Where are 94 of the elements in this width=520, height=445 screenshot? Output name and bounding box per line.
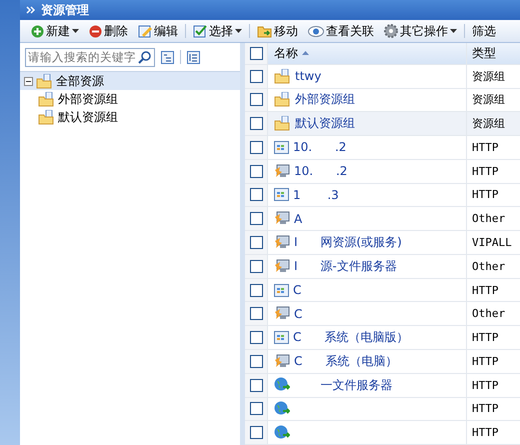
toolbar-button[interactable]: 编辑 [135, 22, 181, 40]
resource-name[interactable]: C [294, 306, 302, 321]
select-all-checkbox[interactable] [250, 46, 262, 60]
resource-type: HTTP [471, 402, 500, 416]
tree-view-icon[interactable] [161, 50, 174, 64]
row-checkbox[interactable] [250, 117, 262, 130]
toolbar-button[interactable]: 移动 [254, 22, 301, 40]
app-grid-icon [274, 331, 289, 344]
resource-name[interactable]: C [293, 283, 302, 298]
monitor-icon [274, 211, 290, 226]
double-chevron-icon [26, 6, 35, 14]
resource-type: HTTP [471, 354, 500, 368]
sort-up-icon [302, 51, 309, 56]
row-checkbox[interactable] [250, 331, 262, 344]
resource-name[interactable]: C 系统（电脑） [294, 352, 398, 370]
monitor-icon [274, 235, 290, 250]
row-checkbox[interactable] [250, 93, 262, 106]
row-checkbox[interactable] [250, 70, 262, 83]
folder-arrow-icon [257, 24, 272, 38]
row-checkbox[interactable] [250, 260, 262, 273]
gear-icon [384, 24, 398, 38]
resource-name[interactable]: ttwy [295, 69, 322, 84]
resource-type: Other [471, 212, 506, 226]
resource-name[interactable]: 一文件服务器 [294, 376, 393, 394]
resource-type: Other [471, 307, 506, 320]
row-checkbox[interactable] [250, 212, 262, 226]
resource-name[interactable]: I 网资源(或服务) [294, 234, 402, 252]
resource-type: 资源组 [471, 92, 506, 108]
tree-node[interactable]: 默认资源组 [20, 108, 240, 126]
toolbar-button[interactable]: 查看关联 [305, 22, 377, 40]
monitor-icon [274, 164, 290, 179]
folder-icon [36, 74, 53, 88]
resource-type: HTTP [471, 164, 500, 178]
resource-name[interactable]: A [294, 212, 302, 226]
folder-icon [274, 116, 291, 132]
folder-icon [38, 110, 55, 124]
app-grid-icon [274, 284, 289, 297]
resource-name[interactable]: 外部资源组 [295, 91, 355, 108]
resource-type: 资源组 [471, 116, 506, 132]
globe-icon [274, 377, 290, 394]
plus-icon [31, 24, 44, 38]
resource-type: HTTP [471, 426, 500, 440]
resource-type: VIPALL [471, 236, 513, 250]
row-checkbox[interactable] [250, 378, 262, 392]
resource-name[interactable]: 10. .2 [293, 140, 346, 154]
app-grid-icon [274, 188, 289, 202]
resource-type: HTTP [471, 378, 500, 392]
checkbox-icon [193, 24, 207, 38]
toolbar-button[interactable]: 选择 [190, 22, 245, 40]
row-checkbox[interactable] [250, 284, 262, 297]
monitor-icon [274, 354, 290, 369]
row-checkbox[interactable] [250, 236, 262, 250]
monitor-icon [274, 306, 290, 322]
resource-type: HTTP [471, 284, 500, 297]
resource-name[interactable]: I 源-文件服务器 [294, 258, 397, 275]
row-checkbox[interactable] [250, 354, 262, 368]
minus-icon [89, 24, 102, 38]
app-grid-icon [274, 140, 289, 154]
tree-node[interactable]: 外部资源组 [20, 90, 240, 108]
resource-type: 资源组 [471, 68, 506, 84]
row-checkbox[interactable] [250, 402, 262, 416]
globe-icon [274, 400, 290, 417]
row-checkbox[interactable] [250, 307, 262, 320]
toolbar-button[interactable]: 新建 [28, 22, 82, 40]
globe-icon [274, 424, 290, 441]
pencil-icon [138, 24, 152, 38]
search-field[interactable]: 请输入搜索的关键字 [25, 48, 155, 66]
window-title: 资源管理 [20, 0, 520, 20]
eye-icon [308, 26, 324, 36]
resource-name[interactable]: 10. .2 [294, 164, 348, 178]
resource-name[interactable]: C 系统（电脑版） [293, 329, 408, 346]
toolbar-button[interactable]: 其它操作 [381, 22, 460, 40]
toolbar-button[interactable]: 删除 [86, 22, 131, 40]
monitor-icon [274, 258, 290, 274]
resource-type: HTTP [471, 188, 500, 202]
list-view-icon[interactable] [187, 50, 200, 64]
resource-type: HTTP [471, 331, 500, 344]
row-checkbox[interactable] [250, 164, 262, 178]
row-checkbox[interactable] [250, 426, 262, 440]
row-checkbox[interactable] [250, 188, 262, 202]
folder-icon [274, 68, 291, 84]
column-header[interactable]: 类型 [467, 44, 520, 62]
folder-icon [274, 92, 291, 108]
resource-type: HTTP [471, 140, 500, 154]
folder-icon [38, 92, 55, 106]
column-header[interactable]: 名称 [268, 43, 467, 64]
resource-type: Other [471, 260, 506, 273]
toolbar-button[interactable]: 筛选 [469, 22, 499, 40]
tree-node[interactable]: 全部资源 [20, 72, 240, 90]
row-checkbox[interactable] [250, 140, 262, 154]
search-icon [138, 50, 151, 64]
resource-name[interactable]: 默认资源组 [295, 115, 355, 132]
resource-name[interactable]: 1 .3 [293, 188, 339, 202]
collapse-icon[interactable] [24, 76, 33, 86]
